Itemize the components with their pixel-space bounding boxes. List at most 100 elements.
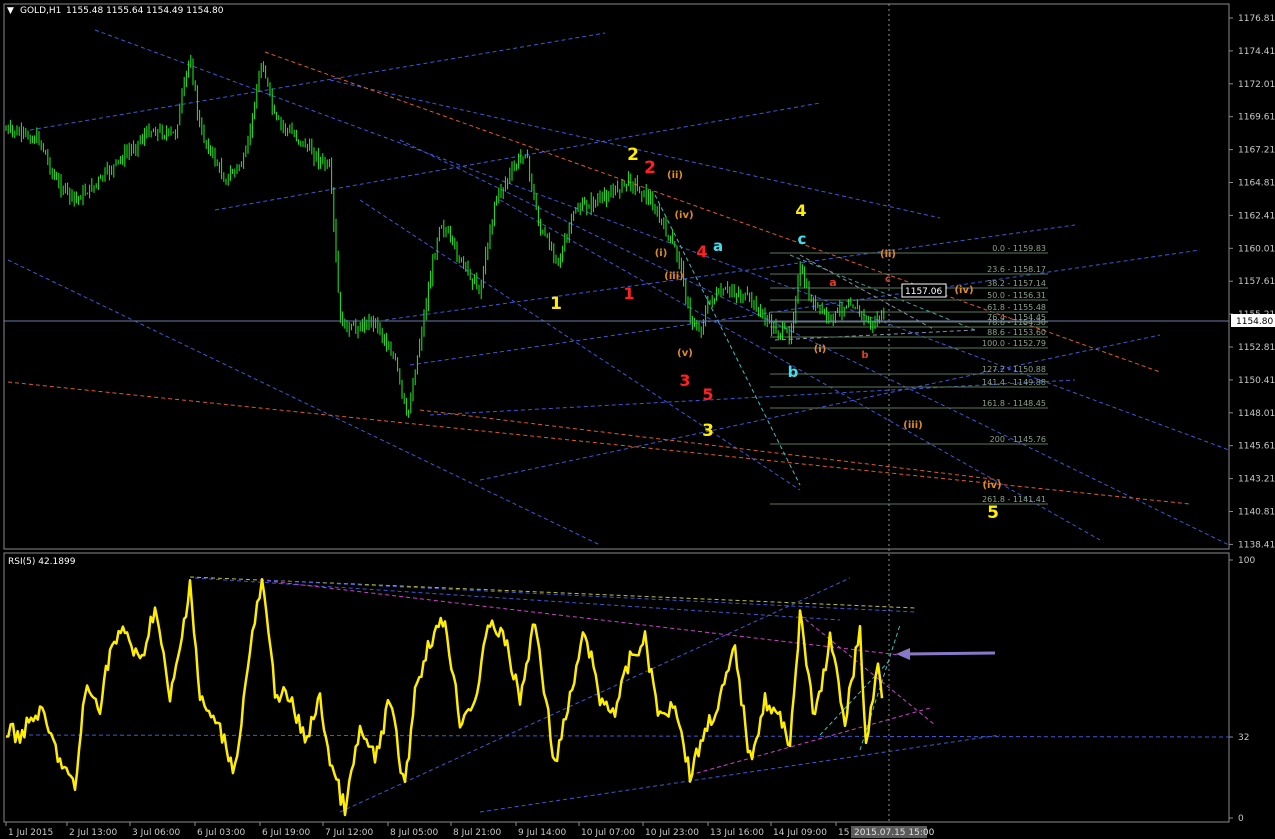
time-tick-label: 6 Jul 19:00	[262, 828, 311, 838]
wave-label: 3	[702, 421, 714, 441]
wave-label: c	[798, 230, 807, 248]
fib-level-label: 88.6 - 1153.60	[987, 328, 1046, 337]
wave-label: b	[788, 363, 799, 381]
wave-label: (i)	[814, 344, 827, 355]
wave-label: (ii)	[667, 170, 683, 181]
arrow-head-icon	[896, 648, 910, 660]
wave-label: (ii)	[880, 249, 896, 260]
fib-level-label: 127.2 - 1150.88	[982, 365, 1046, 374]
crosshair-time-value: 2015.07.15 15:00	[854, 828, 935, 838]
wave-label: a	[829, 276, 836, 289]
time-tick-label: 14 Jul 09:00	[773, 828, 827, 838]
wave-label: c	[885, 274, 891, 285]
fib-level-label: 38.2 - 1157.14	[987, 279, 1046, 288]
candlesticks	[5, 54, 885, 418]
current-price-value: 1154.80	[1236, 317, 1273, 327]
rsi-tick-label: 32	[1238, 733, 1249, 743]
fib-level-label: 0.0 - 1159.83	[992, 244, 1046, 253]
trendline[interactable]	[29, 32, 606, 131]
time-tick-label: 2 Jul 13:00	[69, 828, 118, 838]
rsi-label: RSI(5) 42.1899	[8, 557, 76, 567]
wave-label: 4	[696, 242, 707, 261]
trendline[interactable]	[789, 254, 976, 331]
trendline[interactable]	[429, 379, 1076, 416]
trendline[interactable]	[214, 102, 821, 211]
wave-label: 5	[702, 385, 713, 404]
wave-label: (iii)	[903, 420, 922, 431]
wave-labels: 22 (ii)(iv)(i)(iii)4 a11(v)3534cb(ii)ca(iv…	[550, 145, 1001, 523]
price-tick-label: 1138.41	[1238, 540, 1275, 550]
price-panel-frame	[3, 3, 1230, 550]
wave-label: 2	[627, 145, 639, 165]
wave-label: (iv)	[954, 285, 973, 296]
time-tick-label: 10 Jul 07:00	[581, 828, 635, 838]
time-tick-label: 10 Jul 23:00	[645, 828, 699, 838]
trendline[interactable]	[384, 224, 1076, 321]
fib-level-label: 61.8 - 1155.48	[987, 303, 1046, 312]
time-tick-label: 3 Jul 06:00	[132, 828, 181, 838]
wave-label: 3	[679, 371, 690, 390]
wave-label: (v)	[677, 348, 693, 359]
price-tick-label: 1148.01	[1238, 409, 1275, 419]
fib-level-label: 100.0 - 1152.79	[982, 339, 1046, 348]
wave-label: a	[713, 237, 723, 255]
time-tick-label: 8 Jul 21:00	[453, 828, 502, 838]
fib-level-label: 200 - 1145.76	[990, 435, 1046, 444]
rsi-axis: 100 32 0	[1229, 556, 1255, 824]
wave-label: 4	[795, 201, 806, 220]
price-tick-label: 1140.81	[1238, 508, 1275, 518]
time-tick-label: 13 Jul 16:00	[710, 828, 764, 838]
wave-label: 2	[644, 158, 656, 178]
ohlc-values: 1155.48 1155.64 1154.49 1154.80	[66, 6, 224, 16]
price-tick-label: 1169.61	[1238, 113, 1275, 123]
time-axis: 1 Jul 2015 2 Jul 13:00 3 Jul 06:00 6 Jul 03…	[5, 822, 849, 838]
rsi-tick-label: 0	[1238, 814, 1244, 824]
time-tick-label: 15	[838, 828, 849, 838]
wave-label: (iv)	[982, 480, 1001, 491]
fib-level-label: 23.6 - 1158.17	[987, 265, 1046, 274]
price-tick-label: 1160.01	[1238, 244, 1275, 254]
time-tick-label: 7 Jul 12:00	[325, 828, 374, 838]
wave-label: (i)	[655, 248, 668, 259]
price-tick-label: 1162.41	[1238, 211, 1275, 221]
symbol-label: GOLD,H1	[20, 6, 61, 16]
rsi-trendline[interactable]	[689, 707, 931, 776]
time-tick-label: 1 Jul 2015	[8, 828, 53, 838]
trading-chart[interactable]: 0.0 - 1159.83 23.6 - 1158.17 38.2 - 1157.1…	[0, 0, 1275, 839]
price-tick-label: 1143.21	[1238, 475, 1275, 485]
price-tick-label: 1164.81	[1238, 179, 1275, 189]
annotation-arrow	[904, 651, 996, 656]
fib-level-label: 161.8 - 1148.45	[982, 399, 1046, 408]
time-tick-label: 8 Jul 05:00	[390, 828, 439, 838]
trendline[interactable]	[94, 29, 1230, 451]
rsi-trendline[interactable]	[339, 577, 851, 813]
wave-label: (iv)	[674, 210, 693, 221]
rsi-trendline[interactable]	[259, 579, 916, 613]
trendline[interactable]	[399, 139, 1230, 546]
rsi-tick-label: 100	[1238, 556, 1255, 566]
rsi-trendline[interactable]	[7, 734, 1230, 738]
price-tick-label: 1145.61	[1238, 442, 1275, 452]
price-tick-label: 1174.41	[1238, 47, 1275, 57]
price-tick-label: 1150.41	[1238, 376, 1275, 386]
rsi-trendline[interactable]	[194, 577, 841, 621]
wave-label: (iii)	[664, 271, 683, 282]
fib-level-label: 50.0 - 1156.31	[987, 291, 1046, 300]
wave-label: 5	[987, 503, 999, 523]
price-tick-label: 1157.61	[1238, 277, 1275, 287]
rsi-trendline[interactable]	[799, 614, 936, 726]
fib-level-label: 78.6 - 1154.30	[987, 318, 1046, 327]
price-tick-label: 1172.01	[1238, 80, 1275, 90]
price-tick-label: 1167.21	[1238, 146, 1275, 156]
trendline[interactable]	[774, 329, 976, 341]
chart-dropdown-icon[interactable]: ▼	[7, 6, 14, 16]
wave-label: b	[861, 350, 868, 361]
trendline[interactable]	[359, 199, 801, 491]
crosshair-price-value: 1157.06	[905, 287, 942, 297]
time-tick-label: 6 Jul 03:00	[197, 828, 246, 838]
fib-level-label: 141.4 - 1149.88	[982, 378, 1046, 387]
wave-label: 1	[550, 294, 562, 314]
price-tick-label: 1176.81	[1238, 14, 1275, 24]
time-tick-label: 9 Jul 14:00	[518, 828, 567, 838]
price-tick-label: 1152.81	[1238, 343, 1275, 353]
